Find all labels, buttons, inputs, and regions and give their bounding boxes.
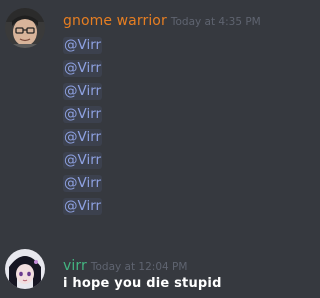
- message-header: virr Today at 12:04 PM: [63, 255, 187, 274]
- message-text: i hope you die stupid: [63, 276, 222, 291]
- anime-avatar-icon[interactable]: [5, 249, 45, 289]
- message-header: gnome warrior Today at 4:35 PM: [63, 10, 261, 29]
- message-group-virr: virr Today at 12:04 PM i hope you die stu…: [0, 240, 268, 298]
- timestamp: Today at 4:35 PM: [170, 16, 261, 28]
- user-mention[interactable]: @Virr: [63, 106, 103, 123]
- user-mention[interactable]: @Virr: [63, 175, 103, 192]
- user-mention[interactable]: @Virr: [63, 129, 103, 146]
- username[interactable]: gnome warrior: [63, 13, 167, 29]
- message-group-gnome-warrior: gnome warrior Today at 4:35 PM @Virr @Vir…: [0, 0, 268, 230]
- user-mention[interactable]: @Virr: [63, 37, 103, 54]
- timestamp: Today at 12:04 PM: [90, 261, 188, 273]
- user-avatar-icon[interactable]: [5, 8, 45, 48]
- user-mention[interactable]: @Virr: [63, 198, 103, 215]
- user-mention[interactable]: @Virr: [63, 152, 103, 169]
- user-mention[interactable]: @Virr: [63, 83, 103, 100]
- username[interactable]: virr: [63, 258, 87, 274]
- user-mention[interactable]: @Virr: [63, 60, 103, 77]
